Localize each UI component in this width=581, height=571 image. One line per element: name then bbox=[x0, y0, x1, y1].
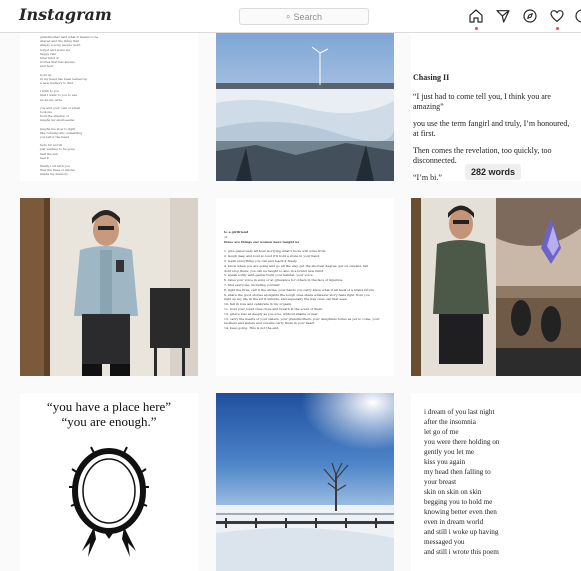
poem-line: begging you to hold me bbox=[424, 498, 493, 506]
poem-line: and still i wrote this poem bbox=[424, 548, 499, 556]
poem-line: 8. light the fires, call it the divine, … bbox=[224, 287, 374, 292]
post-tile-chasing-ii[interactable]: Chasing II “I just had to come tell you,… bbox=[411, 33, 581, 181]
poem-line: i dream of you last night bbox=[424, 408, 495, 416]
post-tile-you-have-a-place[interactable]: “you have a place here” “you are enough.… bbox=[20, 393, 198, 571]
poem-line: gently you let me bbox=[424, 448, 475, 456]
collage-photo bbox=[411, 198, 581, 376]
activity-heart-icon[interactable] bbox=[549, 8, 565, 30]
search-placeholder: Search bbox=[293, 11, 322, 22]
search-input[interactable]: ⌕ Search bbox=[239, 8, 369, 25]
direct-message-icon[interactable] bbox=[495, 8, 511, 24]
poem-line: your breast bbox=[424, 478, 457, 486]
post-tile-snow-window[interactable] bbox=[216, 33, 394, 181]
poem-line: kiss you again bbox=[424, 458, 466, 466]
post-tile-poem-dream[interactable]: i dream of you last night after the insom… bbox=[411, 393, 581, 571]
poem-line: after the insomnia bbox=[424, 418, 476, 426]
poem-line: knowing better even then bbox=[424, 508, 497, 516]
instagram-logo[interactable]: Instagram bbox=[19, 5, 112, 24]
wreath-illustration bbox=[69, 446, 149, 557]
search-icon: ⌕ bbox=[285, 11, 291, 21]
post-paragraph: Then comes the revelation, too quickly, … bbox=[413, 146, 552, 165]
word-count-badge: 282 words bbox=[465, 164, 522, 180]
post-quote-line-1: “you have a place here” bbox=[46, 399, 172, 414]
activity-notification-dot bbox=[556, 27, 559, 30]
post-list-text: to a girlfriend or three are things our … bbox=[224, 230, 388, 331]
post-tile-mirror-selfie[interactable] bbox=[20, 198, 198, 376]
mirror-selfie-photo bbox=[20, 198, 198, 376]
home-notification-dot bbox=[475, 27, 478, 30]
home-icon[interactable] bbox=[468, 8, 484, 30]
top-navigation-bar: Instagram ⌕ Search bbox=[0, 0, 581, 33]
post-quote: “you have a place here” “you are enough.… bbox=[20, 399, 198, 429]
post-tile-girlfriend-list[interactable]: to a girlfriend or three are things our … bbox=[216, 198, 394, 376]
post-paragraph: “I just had to come tell you, I think yo… bbox=[413, 92, 551, 111]
poem-line: 4. know when you are going and go all th… bbox=[224, 263, 368, 268]
poem-line: let go of me bbox=[424, 428, 459, 436]
post-tile-poem-1[interactable]: grandmother said what it means to be shar… bbox=[20, 33, 198, 181]
post-tile-collage[interactable] bbox=[411, 198, 581, 376]
post-title: Chasing II bbox=[413, 73, 450, 82]
poem-line: messaged you bbox=[424, 538, 465, 546]
winter-field-photo bbox=[216, 393, 394, 571]
post-quote-line-2: “you are enough.” bbox=[61, 414, 157, 429]
poem-line: you were there holding on bbox=[424, 438, 500, 446]
poem-line: even in dream world bbox=[424, 518, 484, 526]
poem-line: my head then falling to bbox=[424, 468, 491, 476]
poem-line: and still i woke up having bbox=[424, 528, 499, 536]
post-poem-text: i dream of you last night after the insom… bbox=[424, 407, 574, 557]
post-paragraph: you use the term fangirl and truly, I’m … bbox=[413, 119, 570, 138]
snowy-landscape-photo bbox=[216, 33, 394, 181]
post-poem-text: grandmother said what it means to be shar… bbox=[40, 35, 180, 181]
post-tile-winter-field[interactable] bbox=[216, 393, 394, 571]
poem-line: 14. keep going. This is not the end. bbox=[224, 326, 280, 331]
explore-icon[interactable] bbox=[522, 8, 538, 24]
poem-line: skin on skin on skin bbox=[424, 488, 482, 496]
profile-avatar-icon[interactable] bbox=[574, 8, 581, 24]
